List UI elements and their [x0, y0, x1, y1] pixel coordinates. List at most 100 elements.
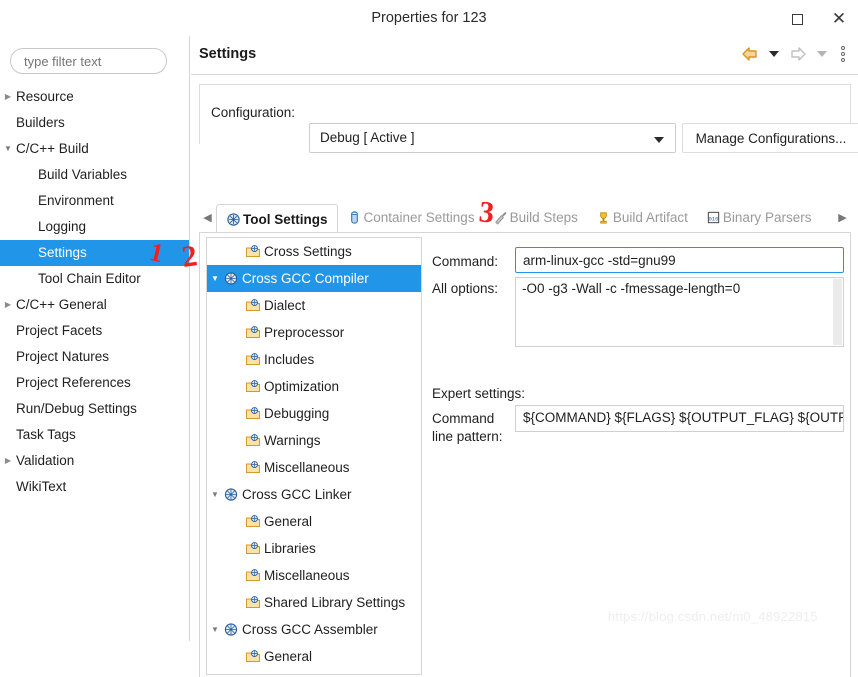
settings-main-panel: Settings Configuration:	[191, 36, 858, 641]
all-options-label: All options:	[432, 281, 498, 296]
tree-spacer	[229, 247, 245, 256]
tool-tree-item-miscellaneous[interactable]: Miscellaneous	[207, 562, 421, 589]
all-options-scrollbar[interactable]	[833, 279, 842, 345]
sidebar-item-label: Task Tags	[16, 422, 76, 448]
tab-build-artifact[interactable]: Build Artifact	[587, 202, 697, 233]
command-line-pattern-label-line1: Command	[432, 411, 494, 426]
sidebar-item-task-tags[interactable]: Task Tags	[0, 422, 189, 448]
tool-tree-item-label: Cross GCC Compiler	[242, 271, 369, 286]
tool-tree-item-label: Miscellaneous	[264, 568, 350, 583]
tool-tree-item-includes[interactable]: Includes	[207, 346, 421, 373]
page-title: Settings	[199, 46, 256, 62]
sidebar-item-project-facets[interactable]: Project Facets	[0, 318, 189, 344]
tool-tree-item-preprocessor[interactable]: Preprocessor	[207, 319, 421, 346]
tool-tree-item-label: Dialect	[264, 298, 305, 313]
tree-spacer	[229, 382, 245, 391]
settings-header: Settings	[191, 36, 858, 74]
sidebar-item-label: Project References	[16, 370, 131, 396]
all-options-textarea[interactable]: -O0 -g3 -Wall -c -fmessage-length=0	[515, 277, 844, 347]
sidebar-item-c-c-build[interactable]: ▼C/C++ Build	[0, 136, 189, 162]
tab-binary-parsers[interactable]: 010Binary Parsers	[697, 202, 821, 233]
view-menu-icon[interactable]	[836, 46, 850, 62]
tool-tree-item-optimization[interactable]: Optimization	[207, 373, 421, 400]
sidebar-item-c-c-general[interactable]: ▶C/C++ General	[0, 292, 189, 318]
tool-tree-item-miscellaneous[interactable]: Miscellaneous	[207, 454, 421, 481]
back-history-chevron-down-icon[interactable]	[769, 51, 779, 57]
chevron-down-icon[interactable]: ▼	[207, 625, 223, 634]
configuration-selected-value: Debug [ Active ]	[320, 130, 415, 145]
window-titlebar: Properties for 123 ✕	[0, 0, 858, 36]
chevron-right-icon[interactable]: ▶	[0, 448, 16, 474]
tool-tree-item-cross-gcc-compiler[interactable]: ▼ Cross GCC Compiler	[207, 265, 421, 292]
tool-tree-item-general[interactable]: General	[207, 508, 421, 535]
back-arrow-icon[interactable]	[740, 44, 760, 64]
chevron-down-icon[interactable]: ▼	[207, 274, 223, 283]
tab-label: Build Artifact	[613, 210, 688, 225]
tool-tree-item-cross-settings[interactable]: Cross Settings	[207, 238, 421, 265]
tool-tree-item-label: General	[264, 514, 312, 529]
sidebar-item-project-natures[interactable]: Project Natures	[0, 344, 189, 370]
tab-tool-settings[interactable]: Tool Settings	[216, 204, 338, 234]
command-line-pattern-label-line2: line pattern:	[432, 429, 503, 444]
gcc-tool-icon	[223, 622, 240, 637]
folder-tool-icon	[245, 514, 262, 529]
container-icon	[347, 210, 362, 225]
tool-tree-item-label: Libraries	[264, 541, 316, 556]
close-button[interactable]: ✕	[828, 8, 850, 30]
folder-tool-icon	[245, 595, 262, 610]
tree-spacer	[0, 266, 16, 292]
tree-spacer	[0, 370, 16, 396]
sidebar-item-builders[interactable]: Builders	[0, 110, 189, 136]
tree-spacer	[0, 396, 16, 422]
chevron-right-icon[interactable]: ▶	[0, 84, 16, 110]
sidebar-item-environment[interactable]: Environment	[0, 188, 189, 214]
tree-spacer	[229, 652, 245, 661]
tool-tree-item-cross-gcc-linker[interactable]: ▼Cross GCC Linker	[207, 481, 421, 508]
chevron-down-icon[interactable]: ▼	[207, 490, 223, 499]
tool-settings-tabbar: ◀Tool SettingsContainer SettingsBuild St…	[199, 202, 851, 233]
tool-tree-item-general[interactable]: General	[207, 643, 421, 670]
tool-tree-item-cross-gcc-assembler[interactable]: ▼Cross GCC Assembler	[207, 616, 421, 643]
chevron-right-icon[interactable]: ▶	[0, 292, 16, 318]
configuration-dropdown[interactable]: Debug [ Active ]	[309, 123, 676, 153]
tabs-scroll-right-icon[interactable]: ▶	[834, 202, 851, 233]
sidebar-item-tool-chain-editor[interactable]: Tool Chain Editor	[0, 266, 189, 292]
sidebar-item-logging[interactable]: Logging	[0, 214, 189, 240]
tool-settings-icon	[226, 212, 241, 227]
sidebar-item-label: Settings	[38, 240, 87, 266]
sidebar-item-label: WikiText	[16, 474, 66, 500]
all-options-value: -O0 -g3 -Wall -c -fmessage-length=0	[522, 281, 740, 296]
maximize-button[interactable]	[786, 8, 808, 30]
tabs-scroll-left-icon[interactable]: ◀	[199, 202, 216, 233]
sidebar-item-build-variables[interactable]: Build Variables	[0, 162, 189, 188]
filter-input[interactable]	[10, 48, 167, 74]
command-input[interactable]	[515, 247, 844, 273]
tree-spacer	[229, 463, 245, 472]
sidebar-item-validation[interactable]: ▶Validation	[0, 448, 189, 474]
tool-tree-item-libraries[interactable]: Libraries	[207, 535, 421, 562]
sidebar-item-run-debug-settings[interactable]: Run/Debug Settings	[0, 396, 189, 422]
menu-dot	[841, 58, 845, 62]
command-line-pattern-input[interactable]: ${COMMAND} ${FLAGS} ${OUTPUT_FLAG} ${OUT…	[515, 405, 844, 432]
sidebar-item-project-references[interactable]: Project References	[0, 370, 189, 396]
tab-container-settings[interactable]: Container Settings	[338, 202, 484, 233]
tool-tree-item-warnings[interactable]: Warnings	[207, 427, 421, 454]
build-steps-icon	[493, 210, 508, 225]
tree-spacer	[229, 544, 245, 553]
tool-tree-item-shared-library-settings[interactable]: Shared Library Settings	[207, 589, 421, 616]
forward-history-chevron-down-icon	[817, 51, 827, 57]
tool-tree-item-label: Shared Library Settings	[264, 595, 405, 610]
manage-configurations-button[interactable]: Manage Configurations...	[682, 123, 858, 153]
tab-build-steps[interactable]: Build Steps	[484, 202, 587, 233]
chevron-down-icon[interactable]: ▼	[0, 136, 16, 162]
sidebar-item-label: Resource	[16, 84, 74, 110]
sidebar-item-settings[interactable]: Settings	[0, 240, 189, 266]
sidebar-item-wikitext[interactable]: WikiText	[0, 474, 189, 500]
expert-settings-label: Expert settings:	[432, 386, 525, 401]
sidebar-item-resource[interactable]: ▶Resource	[0, 84, 189, 110]
sidebar-item-label: Logging	[38, 214, 86, 240]
menu-dot	[841, 46, 845, 50]
tool-tree-item-dialect[interactable]: Dialect	[207, 292, 421, 319]
tool-tree-item-debugging[interactable]: Debugging	[207, 400, 421, 427]
tree-spacer	[0, 344, 16, 370]
